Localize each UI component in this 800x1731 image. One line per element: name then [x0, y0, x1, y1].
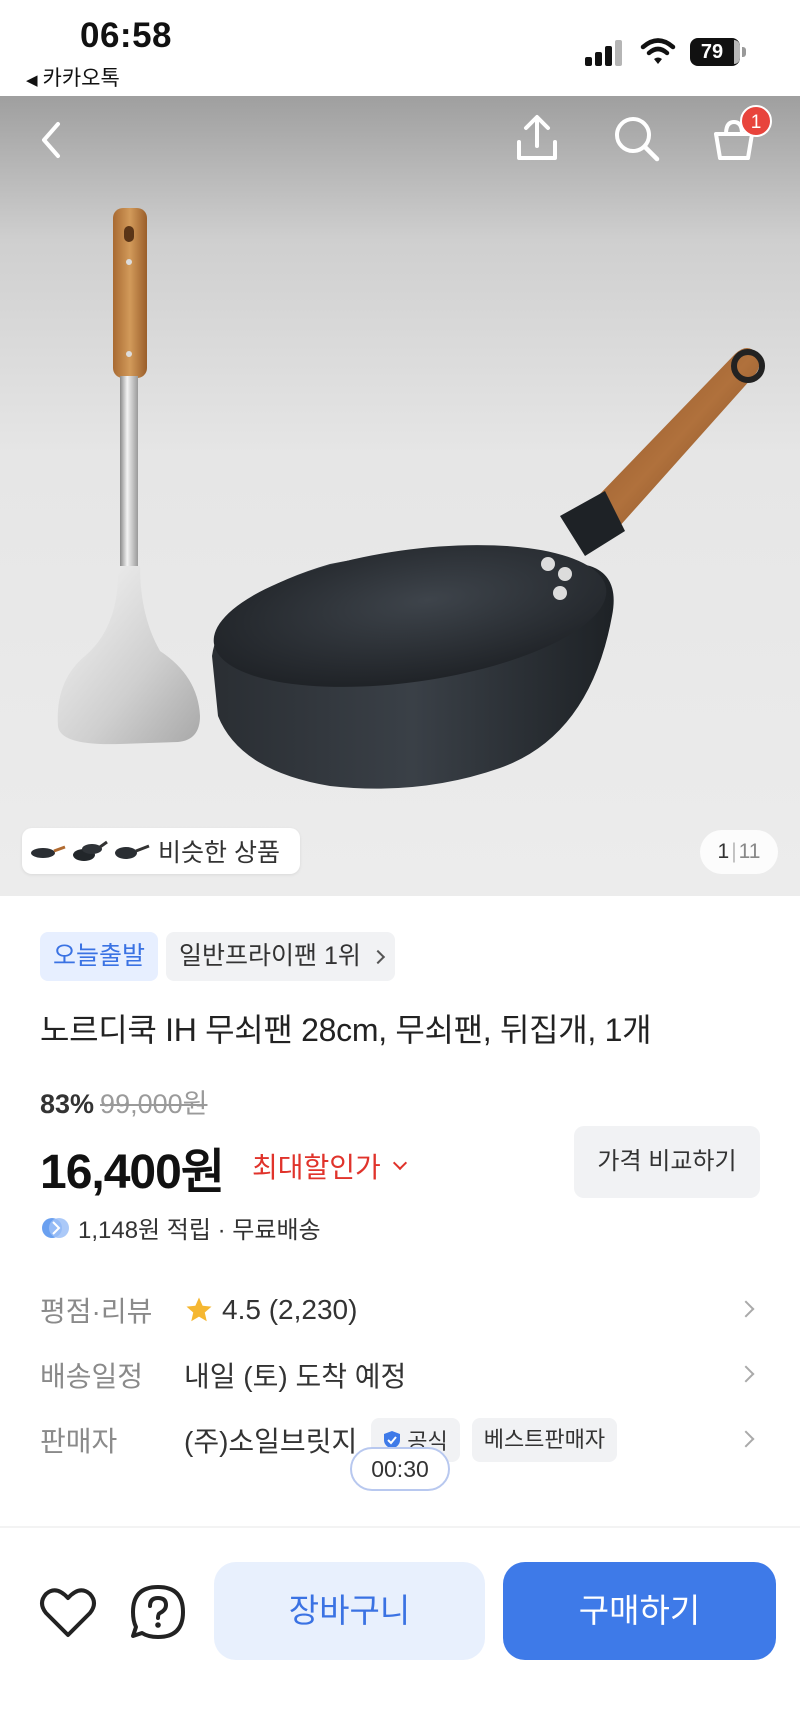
- search-icon[interactable]: [612, 114, 662, 164]
- shipping-schedule-row[interactable]: 배송일정 내일 (토) 도착 예정: [40, 1350, 760, 1400]
- price-compare-button[interactable]: 가격 비교하기: [574, 1126, 760, 1198]
- section-divider: [0, 1526, 800, 1528]
- discount-percent: 83%: [40, 1089, 95, 1119]
- cart-count-badge: 1: [740, 105, 772, 137]
- sale-price: 16,400원: [40, 1146, 225, 1199]
- image-counter-separator: |: [731, 840, 737, 863]
- add-to-cart-button[interactable]: 장바구니: [214, 1562, 485, 1660]
- chevron-right-icon: [370, 949, 385, 964]
- battery-level: 79: [700, 41, 724, 63]
- chevron-down-icon: [392, 1155, 407, 1171]
- similar-pan-thumbnail-1: [31, 845, 66, 858]
- star-icon: [186, 1297, 212, 1322]
- best-seller-badge: 베스트판매자: [471, 1418, 618, 1462]
- timer-badge: 00:30: [350, 1447, 450, 1491]
- back-app-label: 카카오톡: [42, 67, 120, 90]
- category-rank-chip[interactable]: 일반프라이팬 1위: [166, 932, 395, 981]
- image-current: 1: [717, 840, 730, 863]
- points-shipping-text: 1,148원 적립 · 무료배송: [78, 1217, 321, 1244]
- status-time: 06:58: [80, 16, 173, 55]
- max-discount-label: 최대할인가: [252, 1152, 381, 1183]
- seller-name: (주)소일브릿지: [184, 1426, 358, 1457]
- rating-review-key: 평점·리뷰: [40, 1296, 153, 1327]
- product-chips: 오늘출발 일반프라이팬 1위: [40, 932, 395, 981]
- image-total: 11: [738, 840, 761, 863]
- share-icon[interactable]: [514, 114, 560, 164]
- battery-indicator: 79: [690, 38, 746, 66]
- back-triangle-icon: ◀: [26, 72, 38, 89]
- max-discount-toggle[interactable]: 최대할인가: [252, 1146, 407, 1186]
- product-image-gallery[interactable]: [0, 96, 800, 896]
- chevron-right-icon: [737, 1300, 755, 1318]
- cellular-signal-icon: [585, 40, 625, 66]
- category-rank-label: 일반프라이팬 1위: [179, 942, 361, 970]
- discount-row: 83% 99,000원: [40, 1082, 207, 1121]
- seller-key: 판매자: [40, 1426, 118, 1457]
- shipping-schedule-value: 내일 (토) 도착 예정: [184, 1361, 407, 1392]
- chevron-right-icon: [737, 1365, 755, 1383]
- back-to-app-link[interactable]: ◀ 카카오톡: [26, 62, 120, 92]
- back-icon[interactable]: [36, 118, 68, 162]
- heart-icon[interactable]: [38, 1585, 98, 1641]
- similar-pan-thumbnail-2: [73, 840, 108, 861]
- buy-now-button[interactable]: 구매하기: [503, 1562, 776, 1660]
- cash-points-icon: [42, 1217, 69, 1238]
- similar-products-label: 비슷한 상품: [158, 839, 280, 867]
- status-bar: 06:58 ◀ 카카오톡 79: [0, 0, 800, 96]
- similar-products-button[interactable]: 비슷한 상품: [22, 828, 300, 874]
- rating-review-row[interactable]: 평점·리뷰 4.5 (2,230): [40, 1285, 760, 1335]
- similar-pan-thumbnail-3: [115, 844, 150, 859]
- points-shipping-row: 1,148원 적립 · 무료배송: [40, 1210, 321, 1245]
- product-title: 노르디쿡 IH 무쇠팬 28cm, 무쇠팬, 뒤집개, 1개: [40, 1012, 652, 1048]
- shipping-schedule-key: 배송일정: [40, 1361, 144, 1392]
- original-price: 99,000원: [100, 1089, 208, 1119]
- chevron-right-icon: [737, 1430, 755, 1448]
- product-photo: [57, 208, 765, 789]
- question-icon[interactable]: [128, 1582, 188, 1642]
- image-counter: 1|11: [700, 830, 778, 874]
- rating-value: 4.5 (2,230): [222, 1294, 358, 1325]
- today-shipping-chip: 오늘출발: [40, 932, 159, 981]
- wifi-icon: [640, 38, 676, 64]
